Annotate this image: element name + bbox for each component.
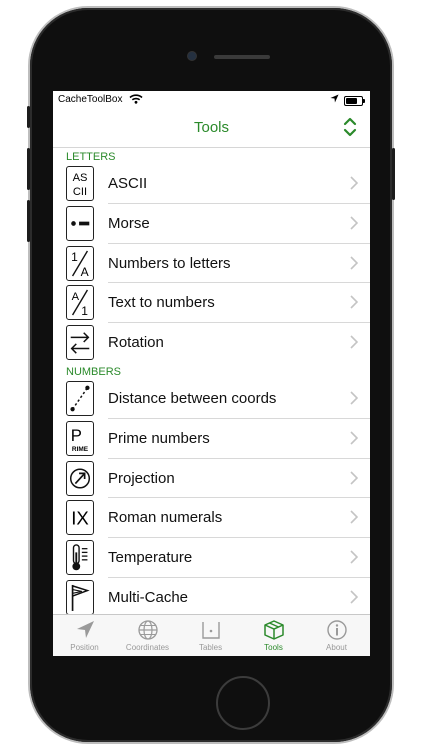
chevron-right-icon: [350, 510, 358, 524]
tool-row-numbers-to-letters[interactable]: 1A Numbers to letters: [53, 244, 370, 284]
tool-row-ascii[interactable]: AS CII ASCII: [53, 164, 370, 204]
tool-label: Projection: [108, 469, 175, 487]
tool-row-projection[interactable]: Projection: [53, 459, 370, 499]
tools-list: LETTERS AS CII ASCII Morse 1A Numbers to…: [53, 148, 370, 615]
tool-label: Text to numbers: [108, 294, 215, 312]
prime-icon-caption: RIME: [72, 446, 89, 453]
power-button: [392, 148, 395, 200]
tool-label: Multi-Cache: [108, 588, 189, 606]
tool-label: Prime numbers: [108, 429, 210, 447]
chevron-right-icon: [350, 335, 358, 349]
roman-icon-text: IX: [71, 508, 89, 529]
tab-position[interactable]: Position: [53, 615, 116, 656]
rotation-icon: [66, 325, 94, 361]
volume-up-button: [27, 148, 30, 190]
home-button[interactable]: [216, 676, 270, 730]
tool-row-roman[interactable]: IX Roman numerals: [53, 498, 370, 539]
tool-row-text-to-numbers[interactable]: A1 Text to numbers: [53, 283, 370, 324]
globe-icon: [137, 620, 158, 640]
tool-row-prime[interactable]: P RIME Prime numbers: [53, 419, 370, 459]
volume-down-button: [27, 200, 30, 242]
tool-row-multi-cache[interactable]: Multi-Cache: [53, 578, 370, 618]
tab-label: Tools: [264, 643, 283, 652]
chevron-right-icon: [350, 431, 358, 445]
ascii-icon-bottom-text: CII: [73, 186, 87, 198]
tab-label: About: [326, 643, 347, 652]
tool-label: Roman numerals: [108, 509, 223, 527]
projection-icon: [66, 460, 94, 496]
distance-icon: [66, 380, 94, 416]
tool-label: Temperature: [108, 549, 193, 567]
tab-label: Tables: [198, 643, 223, 652]
tool-row-rotation[interactable]: Rotation: [53, 323, 370, 363]
svg-text:1: 1: [71, 250, 78, 264]
tool-row-temperature[interactable]: Temperature: [53, 538, 370, 578]
tool-row-distance[interactable]: Distance between coords: [53, 379, 370, 419]
wifi-icon: [129, 94, 143, 107]
info-icon: [326, 620, 347, 640]
front-camera: [188, 52, 196, 60]
ascii-icon: AS CII: [66, 166, 94, 201]
prime-icon-letter: P: [71, 426, 82, 445]
tool-label: Distance between coords: [108, 389, 277, 407]
screen: CacheToolBox Tools LETTERS AS CII ASCII: [53, 91, 370, 656]
chevron-right-icon: [350, 471, 358, 485]
box-icon: [263, 620, 284, 640]
prime-icon: P RIME: [66, 420, 94, 456]
text-to-numbers-icon: A1: [66, 285, 94, 321]
svg-text:A: A: [72, 292, 80, 304]
chevron-right-icon: [350, 295, 358, 309]
svg-text:A: A: [81, 265, 90, 279]
tool-label: ASCII: [108, 175, 148, 192]
tab-bar: Position Coordinates Tables Tools About: [53, 614, 370, 656]
tool-row-morse[interactable]: Morse: [53, 204, 370, 244]
tab-tables[interactable]: Tables: [179, 615, 242, 656]
status-bar: CacheToolBox: [53, 91, 370, 109]
location-services-icon: [330, 94, 339, 106]
table-icon: [201, 622, 220, 639]
tool-label: Numbers to letters: [108, 254, 231, 272]
numbers-to-letters-icon: 1A: [66, 245, 94, 281]
section-header-letters: LETTERS: [66, 151, 116, 163]
tool-label: Rotation: [108, 334, 164, 352]
chevron-right-icon: [350, 550, 358, 564]
navigation-bar: Tools: [53, 109, 370, 148]
tab-about[interactable]: About: [305, 615, 368, 656]
morse-icon: [66, 205, 94, 241]
chevron-right-icon: [350, 391, 358, 405]
chevron-right-icon: [350, 216, 358, 230]
chevron-right-icon: [350, 176, 358, 190]
tab-label: Position: [70, 643, 99, 652]
tab-coordinates[interactable]: Coordinates: [116, 615, 179, 656]
flag-icon: [66, 579, 94, 615]
chevron-right-icon: [350, 256, 358, 270]
chevron-right-icon: [350, 590, 358, 604]
tab-tools[interactable]: Tools: [242, 615, 305, 656]
earpiece-speaker: [214, 55, 270, 59]
thermometer-icon: [66, 540, 94, 576]
carrier-label: CacheToolBox: [58, 94, 123, 105]
page-title: Tools: [193, 119, 230, 136]
roman-icon: IX: [66, 500, 94, 536]
location-arrow-icon: [76, 621, 94, 638]
sort-toggle-icon[interactable]: [342, 116, 358, 138]
tool-label: Morse: [108, 214, 150, 232]
ascii-icon-top-text: AS: [73, 172, 88, 184]
mute-switch: [27, 106, 30, 128]
svg-text:1: 1: [81, 304, 88, 318]
battery-icon: [344, 96, 365, 106]
tab-label: Coordinates: [125, 643, 170, 652]
section-header-numbers: NUMBERS: [66, 365, 122, 378]
